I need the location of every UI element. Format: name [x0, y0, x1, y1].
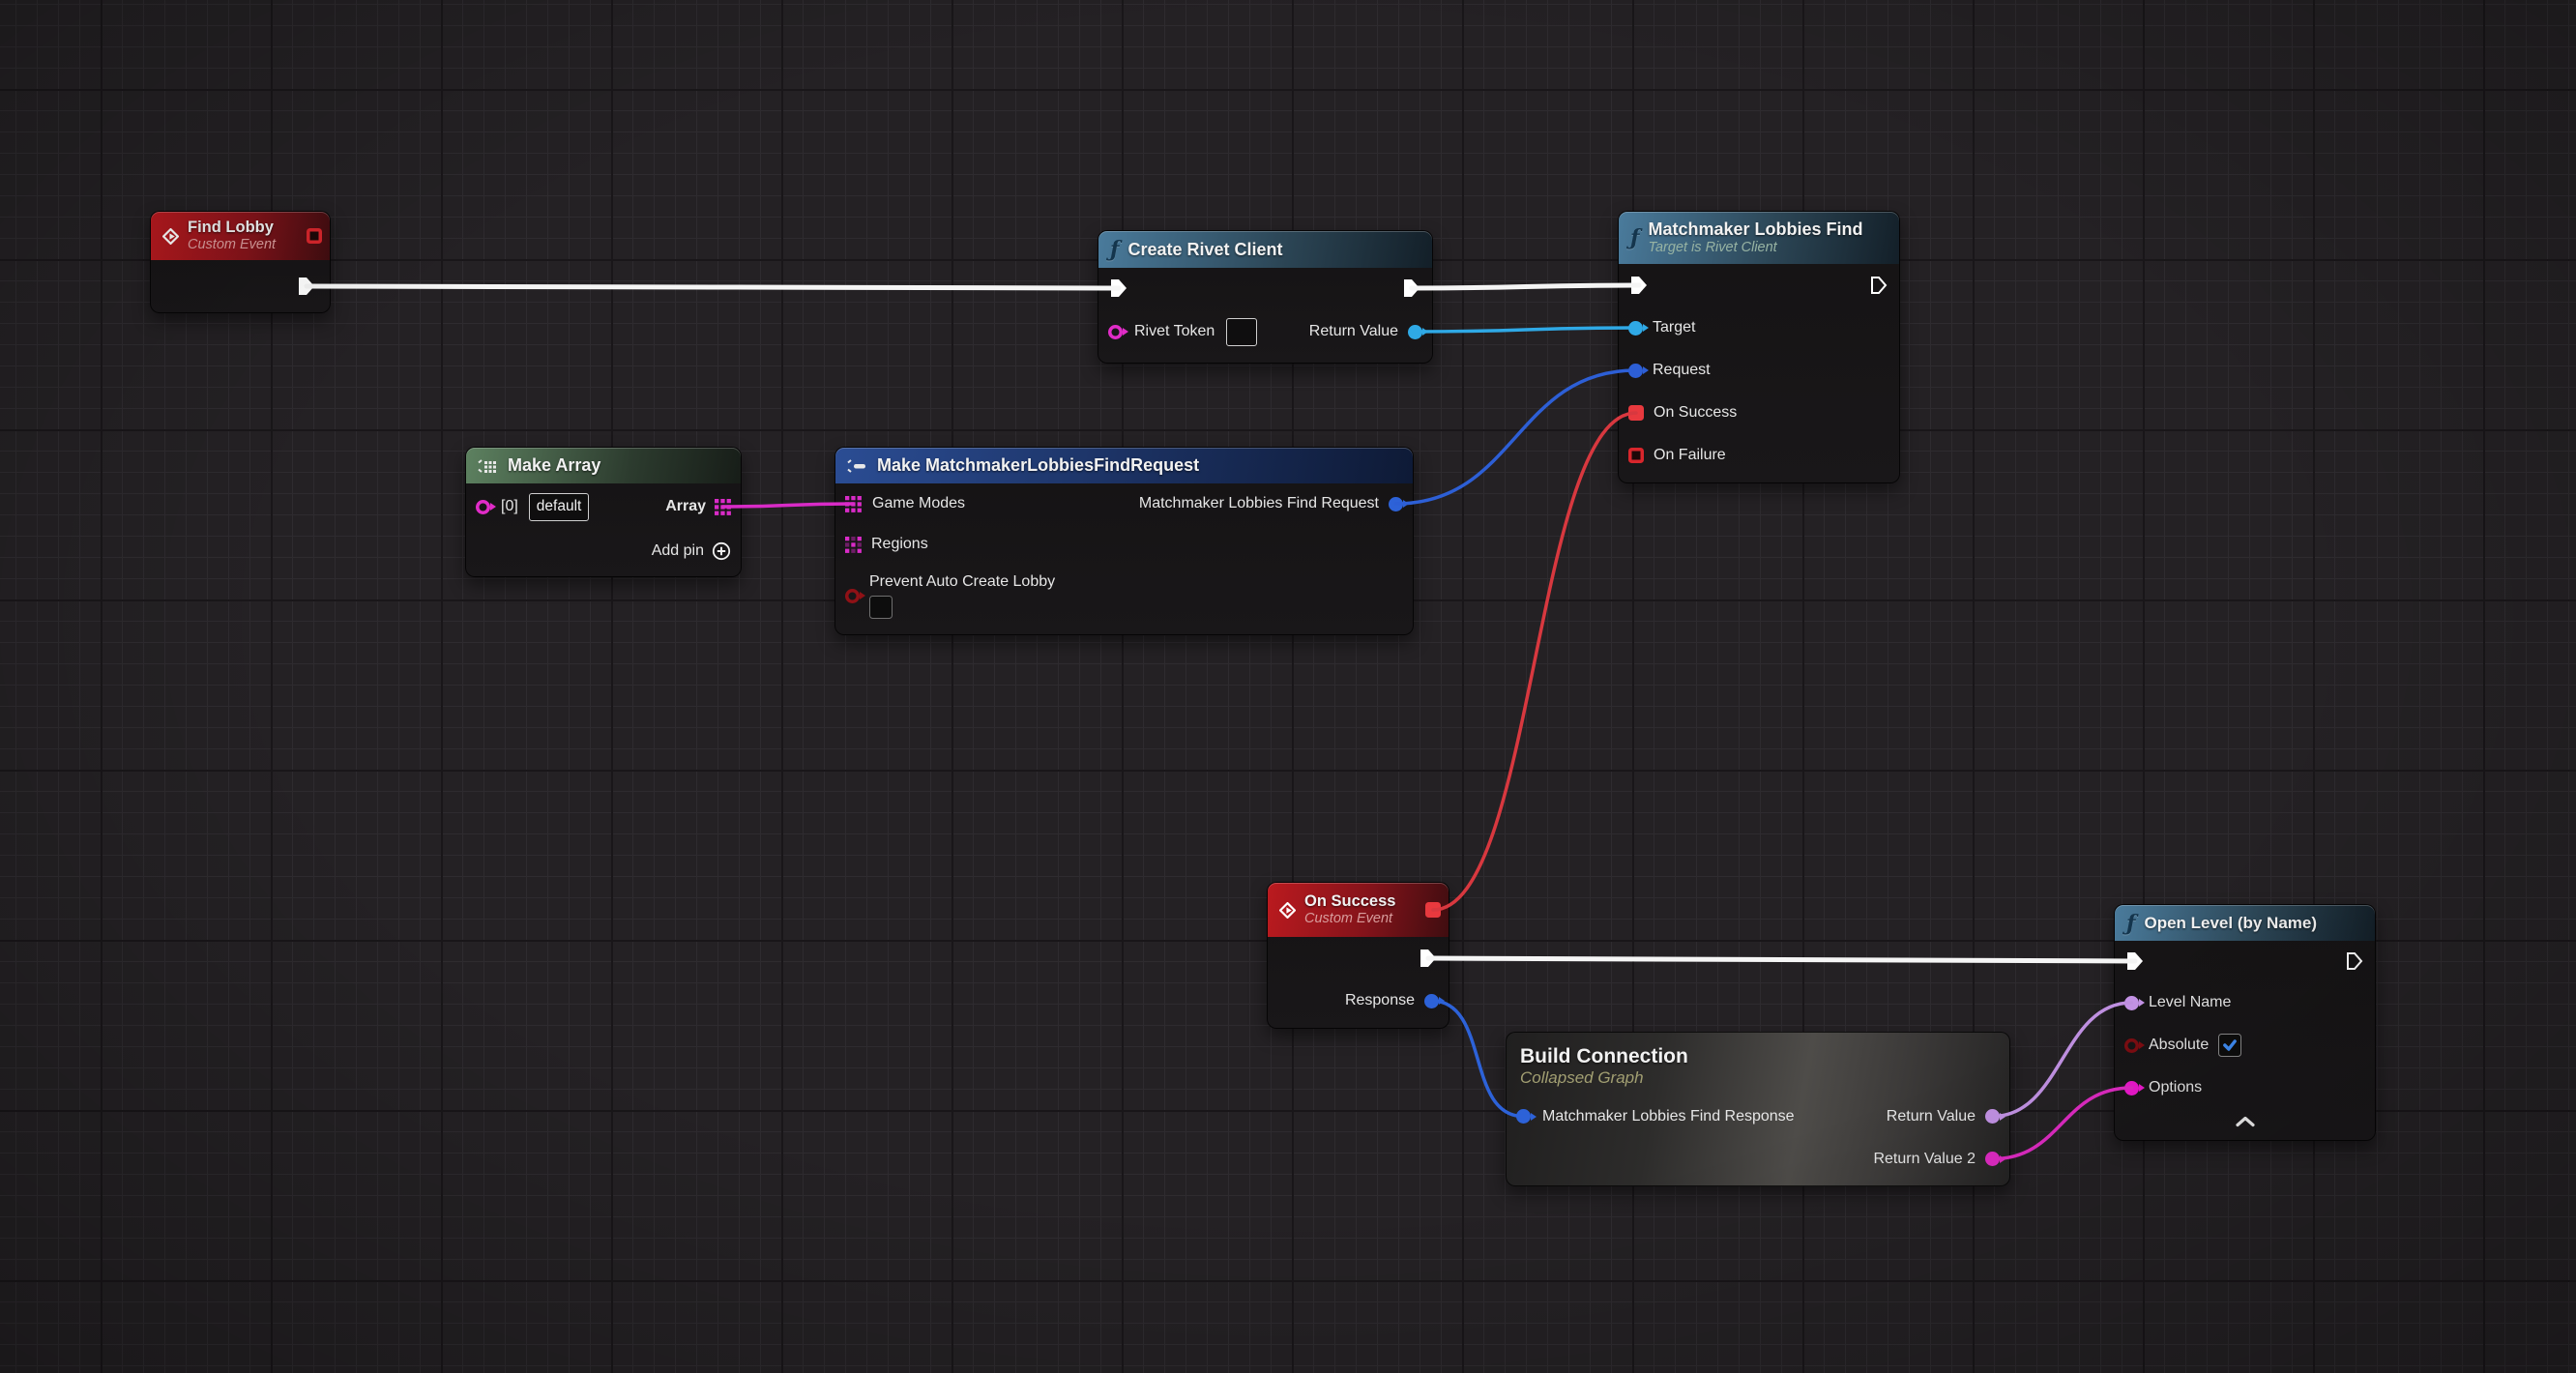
wire[interactable] [1416, 328, 1636, 332]
wire[interactable] [1993, 1003, 2132, 1117]
wire[interactable] [1412, 285, 1639, 288]
wire[interactable] [1433, 413, 1636, 910]
wire[interactable] [723, 504, 854, 507]
wire[interactable] [1432, 1001, 1524, 1117]
wire-layer [0, 0, 2576, 1373]
wire[interactable] [1993, 1088, 2132, 1159]
wire[interactable] [1428, 958, 2135, 961]
wire[interactable] [307, 286, 1119, 288]
blueprint-canvas[interactable]: Find Lobby Custom Event ƒ Create Rivet C… [0, 0, 2576, 1373]
